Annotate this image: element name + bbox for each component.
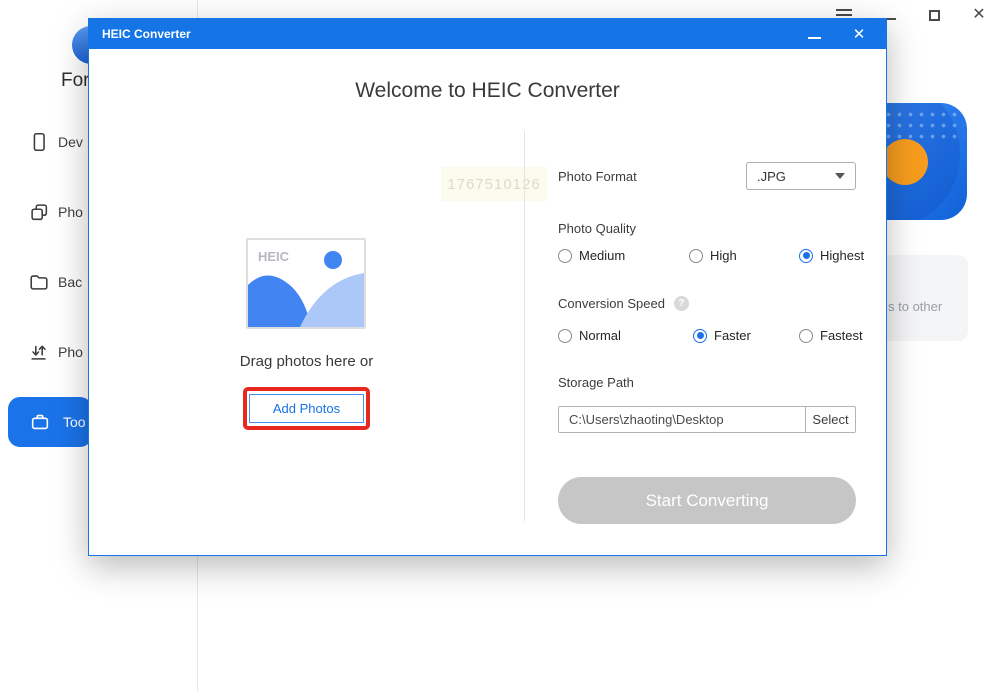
maximize-icon bbox=[928, 9, 940, 21]
toolbox-icon bbox=[31, 414, 49, 430]
storage-path-input[interactable]: C:\Users\zhaoting\Desktop bbox=[559, 407, 805, 432]
radio-fastest[interactable]: Fastest bbox=[799, 328, 863, 343]
heic-thumbnail: HEIC bbox=[246, 238, 366, 329]
minimize-icon bbox=[807, 36, 821, 39]
add-photos-button[interactable]: Add Photos bbox=[249, 394, 364, 423]
dialog-minimize-button[interactable] bbox=[805, 25, 823, 43]
photo-format-row: Photo Format .JPG bbox=[558, 162, 856, 190]
photo-quality-radio-group: Medium High Highest bbox=[558, 248, 868, 264]
radio-icon bbox=[799, 248, 813, 263]
heic-placeholder-image: HEIC bbox=[248, 240, 364, 327]
dialog-titlebar-controls: ✕ bbox=[805, 25, 873, 43]
storage-path-field: C:\Users\zhaoting\Desktop Select bbox=[558, 406, 856, 433]
radio-icon bbox=[693, 328, 707, 343]
sidebar-item-label: Too bbox=[63, 414, 86, 430]
chevron-down-icon bbox=[835, 173, 845, 179]
sidebar-item-photos[interactable]: Pho bbox=[28, 201, 83, 223]
panel-divider bbox=[524, 131, 525, 521]
start-converting-button[interactable]: Start Converting bbox=[558, 477, 856, 524]
sidebar-item-label: Dev bbox=[58, 134, 83, 150]
radio-icon bbox=[558, 248, 572, 263]
dialog-close-button[interactable]: ✕ bbox=[850, 25, 868, 43]
close-icon: ✕ bbox=[852, 25, 866, 43]
radio-icon bbox=[799, 328, 813, 343]
heic-converter-dialog: HEIC Converter ✕ Welcome to HEIC Convert… bbox=[88, 18, 887, 556]
app-logo-text: For bbox=[61, 70, 90, 91]
watermark: 1767510126 bbox=[441, 167, 547, 201]
sidebar-item-label: Bac bbox=[58, 274, 83, 290]
sidebar-item-toolbox-selected[interactable]: Too bbox=[8, 397, 92, 447]
radio-icon bbox=[558, 328, 572, 343]
photo-quality-label: Photo Quality bbox=[558, 221, 637, 236]
feature-card-text: s to other bbox=[888, 299, 943, 314]
conversion-speed-label: Conversion Speed bbox=[558, 296, 665, 311]
folder-icon bbox=[30, 275, 48, 290]
photo-format-label: Photo Format bbox=[558, 168, 637, 184]
dialog-heading: Welcome to HEIC Converter bbox=[355, 79, 620, 102]
sidebar-item-transfer[interactable]: Pho bbox=[28, 341, 83, 363]
close-icon: ✕ bbox=[972, 6, 986, 23]
radio-normal[interactable]: Normal bbox=[558, 328, 621, 343]
window-maximize-button[interactable] bbox=[925, 6, 943, 24]
dialog-title: HEIC Converter bbox=[102, 27, 191, 41]
radio-high[interactable]: High bbox=[689, 248, 737, 263]
dialog-titlebar[interactable]: HEIC Converter ✕ bbox=[89, 19, 886, 49]
help-icon[interactable]: ? bbox=[673, 296, 689, 311]
storage-path-label: Storage Path bbox=[558, 375, 634, 390]
sidebar-item-label: Pho bbox=[58, 204, 83, 220]
radio-highest[interactable]: Highest bbox=[799, 248, 864, 263]
photo-format-dropdown[interactable]: .JPG bbox=[746, 162, 856, 190]
drag-photos-text: Drag photos here or bbox=[239, 353, 374, 370]
orange-circle-decoration bbox=[882, 139, 928, 185]
conversion-speed-radio-group: Normal Faster Fastest bbox=[558, 328, 868, 344]
radio-icon bbox=[689, 248, 703, 263]
transfer-icon bbox=[31, 345, 46, 360]
select-path-button[interactable]: Select bbox=[806, 407, 855, 432]
sidebar-item-label: Pho bbox=[58, 344, 83, 360]
conversion-speed-label-row: Conversion Speed ? bbox=[558, 296, 689, 311]
sidebar-item-backup[interactable]: Bac bbox=[28, 271, 82, 293]
window-close-button[interactable]: ✕ bbox=[970, 6, 988, 24]
photo-format-value: .JPG bbox=[757, 168, 786, 184]
heic-label: HEIC bbox=[258, 249, 290, 264]
phone-icon bbox=[33, 132, 45, 152]
sidebar-item-device[interactable]: Dev bbox=[28, 131, 83, 153]
radio-medium[interactable]: Medium bbox=[558, 248, 625, 263]
photos-icon bbox=[31, 204, 48, 221]
radio-faster[interactable]: Faster bbox=[693, 328, 751, 343]
